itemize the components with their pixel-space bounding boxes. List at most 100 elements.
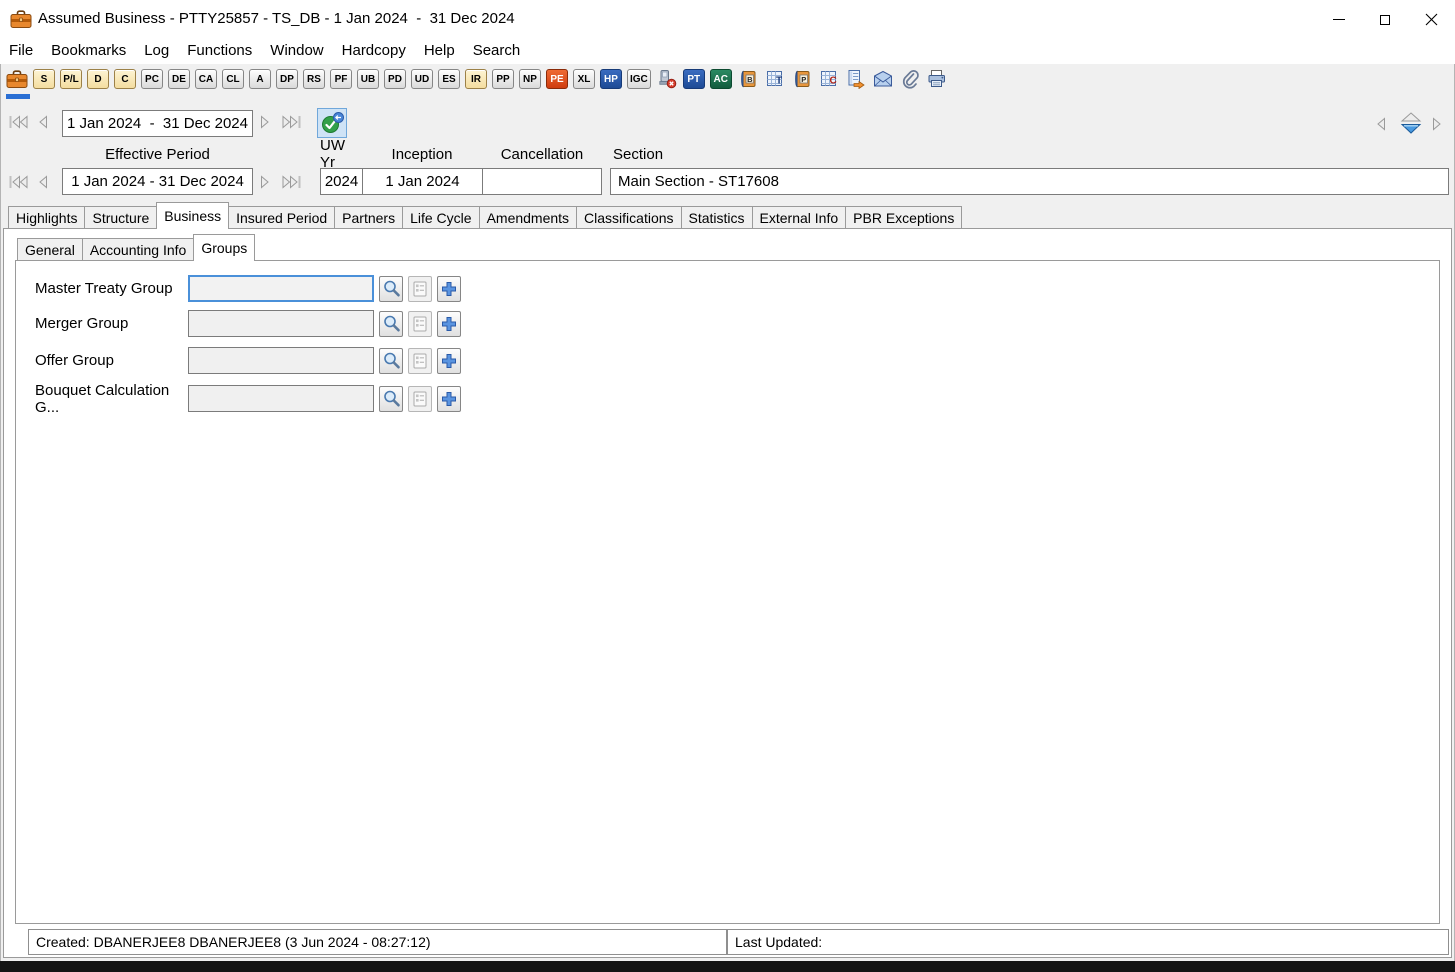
toolbar-button-cl[interactable]: CL xyxy=(222,69,244,89)
nav-next-icon[interactable] xyxy=(259,114,272,130)
toolbar-button-ud[interactable]: UD xyxy=(411,69,433,89)
toolbar-button-hp[interactable]: HP xyxy=(600,69,622,89)
menu-item-search[interactable]: Search xyxy=(464,38,530,64)
nav-last-icon[interactable] xyxy=(281,114,302,130)
add-button[interactable] xyxy=(437,386,461,412)
record-next-icon[interactable] xyxy=(1431,116,1444,132)
toolbar-button-de[interactable]: DE xyxy=(168,69,190,89)
toolbar-button-c[interactable]: C xyxy=(114,69,136,89)
add-button[interactable] xyxy=(437,348,461,374)
toolbar-button-dp[interactable]: DP xyxy=(276,69,298,89)
tab-pbr-exceptions[interactable]: PBR Exceptions xyxy=(845,206,962,228)
toolbar-button-a[interactable]: A xyxy=(249,69,271,89)
tab-partners[interactable]: Partners xyxy=(334,206,403,228)
maximize-button[interactable] xyxy=(1362,1,1408,38)
menu-item-bookmarks[interactable]: Bookmarks xyxy=(42,38,135,64)
toolbar-button-np[interactable]: NP xyxy=(519,69,541,89)
toolbar-button-pc[interactable]: PC xyxy=(141,69,163,89)
toolbar-button-d[interactable]: D xyxy=(87,69,109,89)
toolbar-button-ub[interactable]: UB xyxy=(357,69,379,89)
tab-highlights[interactable]: Highlights xyxy=(8,206,85,228)
toolbar-button-pp[interactable]: PP xyxy=(492,69,514,89)
tab-amendments[interactable]: Amendments xyxy=(479,206,577,228)
toolbar-button-pf[interactable]: PF xyxy=(330,69,352,89)
search-button[interactable] xyxy=(379,311,403,337)
menu-item-file[interactable]: File xyxy=(0,38,42,64)
period-range-box[interactable]: 1 Jan 2024 - 31 Dec 2024 xyxy=(62,110,253,137)
window-bottom-edge xyxy=(0,961,1455,972)
merger-group-input[interactable] xyxy=(188,310,374,337)
nav2-prev-icon[interactable] xyxy=(36,174,49,190)
paperclip-icon[interactable] xyxy=(899,68,921,90)
nav-prev-icon[interactable] xyxy=(36,114,49,130)
book-p-icon[interactable]: P xyxy=(791,68,813,90)
subtab-accounting-info[interactable]: Accounting Info xyxy=(82,238,195,260)
toolbar-button-p-l[interactable]: P/L xyxy=(60,69,82,89)
export-list-icon[interactable] xyxy=(845,68,867,90)
confirm-period-button[interactable] xyxy=(317,108,347,138)
list-icon xyxy=(411,315,429,333)
cancellation-box[interactable] xyxy=(482,168,602,195)
svg-text:C: C xyxy=(829,76,836,87)
search-button[interactable] xyxy=(379,348,403,374)
toolbar-button-ir[interactable]: IR xyxy=(465,69,487,89)
window-controls xyxy=(1316,1,1454,38)
mail-icon[interactable] xyxy=(872,68,894,90)
tab-structure[interactable]: Structure xyxy=(84,206,157,228)
subtab-general[interactable]: General xyxy=(17,238,83,260)
effective-period-box[interactable]: 1 Jan 2024 - 31 Dec 2024 xyxy=(62,168,253,195)
record-prev-icon[interactable] xyxy=(1374,116,1387,132)
toolbar-button-ca[interactable]: CA xyxy=(195,69,217,89)
menu-item-help[interactable]: Help xyxy=(415,38,464,64)
menu-item-log[interactable]: Log xyxy=(135,38,178,64)
offer-group-input[interactable] xyxy=(188,347,374,374)
book-b-icon[interactable]: B xyxy=(737,68,759,90)
nav2-last-icon[interactable] xyxy=(281,174,302,190)
search-button[interactable] xyxy=(379,386,403,412)
toolbar-button-pd[interactable]: PD xyxy=(384,69,406,89)
print-icon[interactable] xyxy=(926,68,948,90)
table-c-icon[interactable]: C xyxy=(818,68,840,90)
toolbar-button-xl[interactable]: XL xyxy=(573,69,595,89)
section-value: Main Section - ST17608 xyxy=(618,173,779,190)
nav2-first-icon[interactable] xyxy=(8,174,29,190)
menu-item-window[interactable]: Window xyxy=(261,38,332,64)
nav2-next-icon[interactable] xyxy=(259,174,272,190)
toolbar-button-pt[interactable]: PT xyxy=(683,69,705,89)
menu-item-hardcopy[interactable]: Hardcopy xyxy=(333,38,415,64)
tab-insured-period[interactable]: Insured Period xyxy=(228,206,335,228)
search-button[interactable] xyxy=(379,276,403,302)
close-icon xyxy=(1425,13,1438,26)
effective-period-label: Effective Period xyxy=(62,144,253,164)
section-box[interactable]: Main Section - ST17608 xyxy=(610,168,1449,195)
minimize-button[interactable] xyxy=(1316,1,1362,38)
add-button[interactable] xyxy=(437,276,461,302)
toolbar-selected-indicator xyxy=(6,94,30,99)
close-button[interactable] xyxy=(1408,1,1454,38)
table-t-icon[interactable]: T xyxy=(764,68,786,90)
toolbar-button-s[interactable]: S xyxy=(33,69,55,89)
tab-classifications[interactable]: Classifications xyxy=(576,206,681,228)
add-button[interactable] xyxy=(437,311,461,337)
uw-yr-box[interactable]: 2024 xyxy=(320,168,363,195)
collapse-expand-icon[interactable] xyxy=(1398,110,1424,136)
toolbar-button-igc[interactable]: IGC xyxy=(627,69,651,89)
inception-box[interactable]: 1 Jan 2024 xyxy=(362,168,483,195)
toolbar-button-ac[interactable]: AC xyxy=(710,69,732,89)
tab-statistics[interactable]: Statistics xyxy=(681,206,753,228)
device-disconnect-icon[interactable] xyxy=(656,68,678,90)
cancellation-label: Cancellation xyxy=(482,144,602,164)
briefcase-icon[interactable] xyxy=(6,68,28,90)
tab-business[interactable]: Business xyxy=(156,202,229,229)
subtab-groups[interactable]: Groups xyxy=(193,234,255,261)
main-tabs: HighlightsStructureBusinessInsured Perio… xyxy=(8,202,962,229)
master-treaty-group-input[interactable] xyxy=(188,275,374,302)
toolbar-button-rs[interactable]: RS xyxy=(303,69,325,89)
bouquet-calculation-g-input[interactable] xyxy=(188,385,374,412)
tab-life-cycle[interactable]: Life Cycle xyxy=(402,206,479,228)
tab-external-info[interactable]: External Info xyxy=(752,206,847,228)
toolbar-button-es[interactable]: ES xyxy=(438,69,460,89)
nav-first-icon[interactable] xyxy=(8,114,29,130)
menu-item-functions[interactable]: Functions xyxy=(178,38,261,64)
toolbar-button-pe[interactable]: PE xyxy=(546,69,568,89)
